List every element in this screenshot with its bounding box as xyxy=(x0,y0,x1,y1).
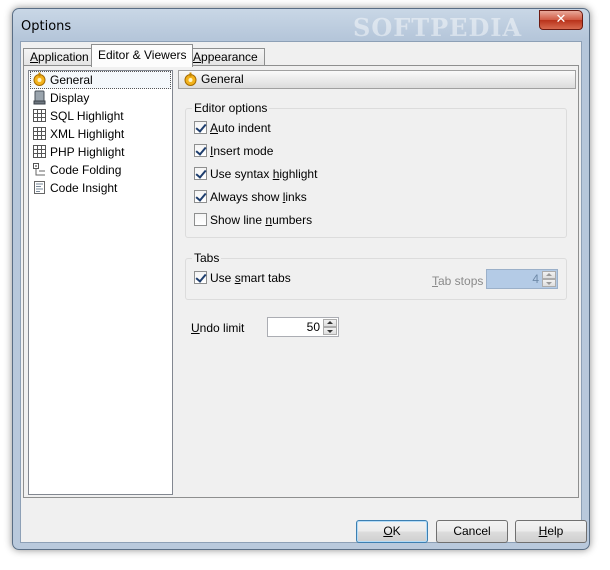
category-tree[interactable]: General Display SQL Highlight XML Highli… xyxy=(28,70,173,495)
label-accel: U xyxy=(191,321,200,335)
tree-item-xml-highlight[interactable]: XML Highlight xyxy=(29,125,172,143)
checkbox-box xyxy=(194,190,207,203)
grid-icon xyxy=(33,109,46,122)
tab-application-label: pplication xyxy=(38,50,89,64)
label-post: umbers xyxy=(272,213,313,227)
tree-item-label: Display xyxy=(50,91,90,105)
tab-editor-viewers[interactable]: Editor & Viewers xyxy=(91,44,194,67)
display-icon xyxy=(33,90,46,105)
panel-title: General xyxy=(201,72,244,86)
tabs-group: Tabs Use smart tabs Tab stops 4 xyxy=(185,251,567,300)
editor-options-title: Editor options xyxy=(192,101,270,115)
checkbox-box xyxy=(194,213,207,226)
label-rest: elp xyxy=(547,524,564,538)
general-icon xyxy=(184,72,197,86)
spin-down-arrow[interactable] xyxy=(323,327,337,335)
grid-icon xyxy=(33,127,46,140)
line-numbers-checkbox[interactable]: Show line numbers xyxy=(194,213,312,229)
tree-item-label: PHP Highlight xyxy=(50,145,125,159)
spin-down-arrow[interactable] xyxy=(542,279,556,287)
watermark: SOFTPEDIA xyxy=(353,13,523,42)
spinner-arrows xyxy=(542,271,556,287)
label-pre: Use syntax xyxy=(210,167,273,181)
editor-viewers-page: General Display SQL Highlight XML Highli… xyxy=(23,65,579,498)
label-rest: ab stops xyxy=(438,274,484,288)
label-rest: ndo limit xyxy=(199,321,245,335)
code-folding-icon xyxy=(33,163,45,176)
syntax-highlight-checkbox[interactable]: Use syntax highlight xyxy=(194,167,317,183)
tree-item-code-insight[interactable]: Code Insight xyxy=(29,179,172,197)
tree-item-label: XML Highlight xyxy=(50,127,125,141)
tree-item-label: SQL Highlight xyxy=(50,109,124,123)
grid-icon xyxy=(33,145,46,158)
label-post: mart tabs xyxy=(240,271,291,285)
undo-limit-spinner[interactable]: 50 xyxy=(267,317,339,337)
tab-stops-spinner[interactable]: 4 xyxy=(486,269,558,289)
tree-item-display[interactable]: Display xyxy=(29,89,172,107)
label-accel: A xyxy=(210,121,219,135)
tab-stops-value: 4 xyxy=(532,272,539,286)
label-post: inks xyxy=(285,190,307,204)
label-post: ighlight xyxy=(279,167,318,181)
code-insight-icon xyxy=(34,181,45,194)
checkbox-box xyxy=(194,271,207,284)
general-icon xyxy=(33,72,46,86)
tree-item-sql-highlight[interactable]: SQL Highlight xyxy=(29,107,172,125)
insert-mode-checkbox[interactable]: Insert mode xyxy=(194,144,273,160)
tab-appearance[interactable]: Appearance xyxy=(186,48,265,66)
editor-options-group: Editor options Auto indent Insert mode U… xyxy=(185,101,567,238)
spin-up-arrow[interactable] xyxy=(323,319,337,327)
show-links-checkbox[interactable]: Always show links xyxy=(194,190,307,206)
tree-item-code-folding[interactable]: Code Folding xyxy=(29,161,172,179)
tab-appearance-label: ppearance xyxy=(201,50,258,64)
label-rest: K xyxy=(392,524,401,538)
tab-application-accel: A xyxy=(30,50,39,64)
ok-button[interactable]: OK xyxy=(356,520,428,543)
tree-item-label: Code Insight xyxy=(50,181,118,195)
undo-limit-value: 50 xyxy=(306,320,320,334)
checkbox-box xyxy=(194,144,207,157)
auto-indent-checkbox[interactable]: Auto indent xyxy=(194,121,271,137)
spinner-arrows xyxy=(323,319,337,335)
checkbox-box xyxy=(194,167,207,180)
tab-application[interactable]: Application xyxy=(23,48,96,66)
tab-editor-viewers-label: Editor & Viewers xyxy=(98,48,187,62)
label-post: uto indent xyxy=(218,121,271,135)
label-pre: Show line xyxy=(210,213,266,227)
label-pre: Use xyxy=(210,271,235,285)
spin-up-arrow[interactable] xyxy=(542,271,556,279)
tab-appearance-accel: A xyxy=(193,50,202,64)
checkbox-box xyxy=(194,121,207,134)
label-pre: Always show xyxy=(210,190,283,204)
cancel-button[interactable]: Cancel xyxy=(436,520,508,543)
tree-item-label: General xyxy=(50,73,93,87)
tab-stops-label: Tab stops xyxy=(432,274,483,288)
label-post: nsert mode xyxy=(213,144,274,158)
window-title: Options xyxy=(21,19,72,34)
smart-tabs-checkbox[interactable]: Use smart tabs xyxy=(194,271,291,287)
title-bar[interactable]: Options SOFTPEDIA ✕ xyxy=(13,9,589,42)
dialog-client: Application Editor & Viewers Appearance … xyxy=(20,41,587,543)
undo-limit-label: Undo limit xyxy=(191,321,244,335)
options-dialog: Options SOFTPEDIA ✕ Application Editor &… xyxy=(12,8,590,550)
tree-item-php-highlight[interactable]: PHP Highlight xyxy=(29,143,172,161)
close-button[interactable]: ✕ xyxy=(539,10,583,30)
tabs-group-title: Tabs xyxy=(192,251,222,265)
panel-header: General xyxy=(178,70,576,89)
label-accel: O xyxy=(383,524,393,538)
tree-item-label: Code Folding xyxy=(50,163,122,177)
help-button[interactable]: Help xyxy=(515,520,587,543)
tree-item-general[interactable]: General xyxy=(29,71,172,89)
